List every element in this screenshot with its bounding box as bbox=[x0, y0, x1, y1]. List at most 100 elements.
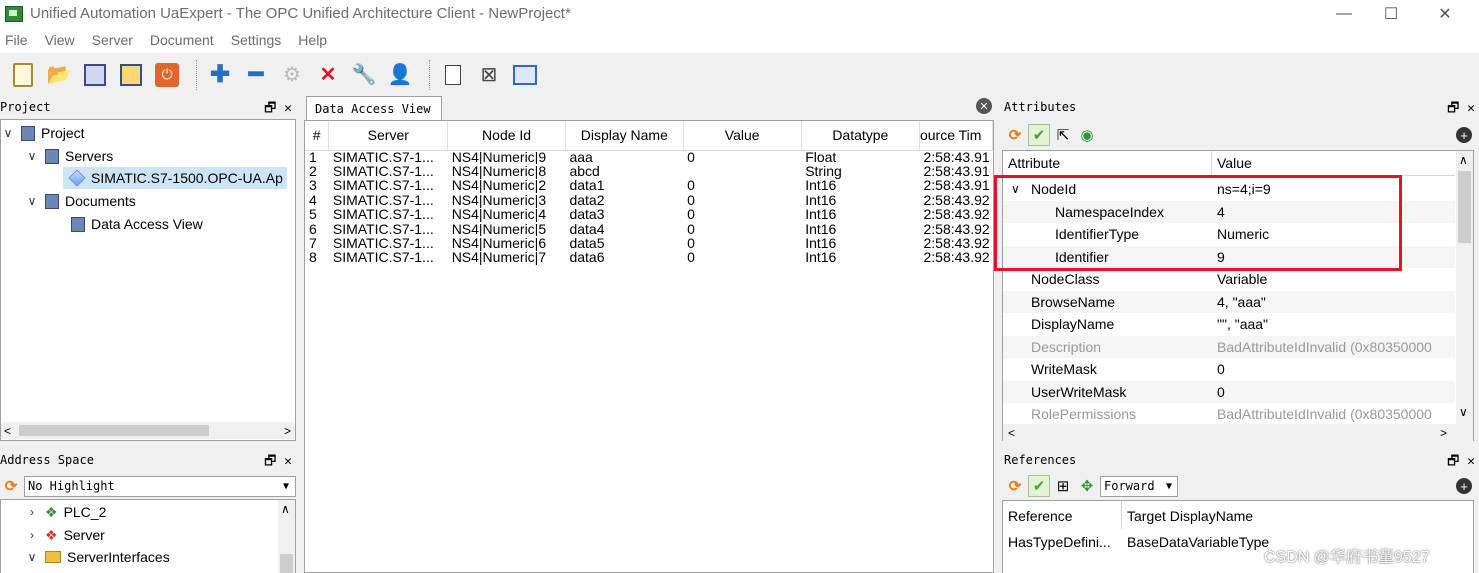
horizontal-scrollbar[interactable]: < > bbox=[1, 422, 295, 439]
tree-servers[interactable]: ∨ Servers bbox=[25, 145, 114, 167]
menu-file[interactable]: File bbox=[5, 32, 28, 48]
menu-document[interactable]: Document bbox=[150, 32, 214, 48]
table-row[interactable]: 8 SIMATIC.S7-1... NS4|Numeric|7 data6 0 Int16… bbox=[305, 251, 993, 265]
address-item[interactable]: › ❖ Server bbox=[25, 524, 105, 546]
attribute-row[interactable]: WriteMask 0 bbox=[1003, 358, 1455, 381]
chevron-down-icon[interactable]: ∨ bbox=[25, 550, 39, 564]
panel-float-close-icon[interactable]: 🗗 ✕ bbox=[1447, 99, 1475, 121]
close-button[interactable]: ✕ bbox=[1422, 0, 1468, 27]
scroll-right-icon[interactable]: > bbox=[1440, 426, 1447, 440]
attribute-row[interactable]: NodeClass Variable bbox=[1003, 268, 1455, 291]
new-project-button[interactable] bbox=[8, 60, 38, 90]
add-server-button[interactable]: ✚ bbox=[205, 60, 235, 90]
column-header[interactable]: Node Id bbox=[447, 121, 566, 151]
scroll-up-icon[interactable]: ∧ bbox=[281, 502, 290, 516]
column-header[interactable]: Target DisplayName bbox=[1127, 508, 1253, 524]
refresh-icon[interactable]: ⟳ bbox=[1004, 475, 1026, 497]
chevron-right-icon[interactable]: › bbox=[25, 505, 39, 519]
vertical-scrollbar[interactable]: ∧ bbox=[278, 500, 295, 573]
panel-float-close-icon[interactable]: 🗗 ✕ bbox=[264, 452, 292, 474]
cursor-icon[interactable]: ⇱ bbox=[1052, 124, 1074, 146]
dropdown-arrow-icon[interactable]: ▼ bbox=[283, 481, 289, 492]
chevron-down-icon[interactable]: ∨ bbox=[25, 194, 39, 208]
window-layout-button[interactable] bbox=[510, 60, 540, 90]
node-graph-icon[interactable]: ✥ bbox=[1076, 475, 1098, 497]
attribute-row[interactable]: Description BadAttributeIdInvalid (0x8035… bbox=[1003, 335, 1455, 358]
tree-doc-item[interactable]: Data Access View bbox=[65, 213, 203, 235]
edit-project-button[interactable] bbox=[116, 60, 146, 90]
scroll-right-icon[interactable]: > bbox=[284, 424, 291, 438]
attribute-row[interactable]: UserWriteMask 0 bbox=[1003, 380, 1455, 403]
chevron-right-icon[interactable]: › bbox=[25, 528, 39, 542]
table-row[interactable]: 7 SIMATIC.S7-1... NS4|Numeric|6 data5 0 Int16… bbox=[305, 236, 993, 250]
column-header[interactable]: Value bbox=[1217, 155, 1252, 171]
column-header[interactable]: Attribute bbox=[1008, 155, 1060, 171]
close-tab-icon[interactable]: ✕ bbox=[976, 98, 992, 114]
save-project-button[interactable] bbox=[80, 60, 110, 90]
hierarchy-icon[interactable]: ⊞ bbox=[1052, 475, 1074, 497]
refresh-icon[interactable]: ⟳ bbox=[0, 475, 22, 497]
tree-project[interactable]: ∨ Project bbox=[1, 122, 85, 144]
menu-view[interactable]: View bbox=[45, 32, 75, 48]
check-icon[interactable]: ✔ bbox=[1028, 124, 1050, 146]
dropdown-arrow-icon[interactable]: ▼ bbox=[1166, 481, 1172, 492]
target-cell[interactable]: BaseDataVariableType bbox=[1127, 534, 1269, 550]
column-header[interactable]: Display Name bbox=[565, 121, 684, 151]
attribute-row[interactable]: RolePermissions BadAttributeIdInvalid (0x… bbox=[1003, 403, 1455, 426]
scroll-left-icon[interactable]: < bbox=[4, 424, 11, 438]
column-header[interactable]: Reference bbox=[1008, 508, 1073, 524]
chevron-down-icon[interactable]: ∨ bbox=[25, 149, 39, 163]
tree-documents[interactable]: ∨ Documents bbox=[25, 190, 136, 212]
column-header[interactable]: Datatype bbox=[801, 121, 920, 151]
scroll-thumb[interactable] bbox=[1458, 171, 1471, 243]
table-row[interactable]: 3 SIMATIC.S7-1... NS4|Numeric|2 data1 0 Int16… bbox=[305, 179, 993, 193]
table-row[interactable]: 4 SIMATIC.S7-1... NS4|Numeric|3 data2 0 Int16… bbox=[305, 193, 993, 207]
power-button[interactable]: ⏻ bbox=[152, 60, 182, 90]
table-row[interactable]: 5 SIMATIC.S7-1... NS4|Numeric|4 data3 0 Int16… bbox=[305, 208, 993, 222]
address-item[interactable]: ∨ ServerInterfaces bbox=[25, 546, 170, 568]
vertical-scrollbar[interactable]: ∧ ∨ bbox=[1456, 151, 1473, 424]
open-project-button[interactable]: 📂 bbox=[44, 60, 74, 90]
tab-data-access-view[interactable]: Data Access View bbox=[306, 96, 442, 120]
tree-server-item[interactable]: SIMATIC.S7-1500.OPC-UA.Ap bbox=[63, 167, 287, 189]
chevron-down-icon[interactable]: ∨ bbox=[1, 126, 15, 140]
minimize-button[interactable]: — bbox=[1321, 0, 1367, 27]
table-row[interactable]: 1 SIMATIC.S7-1... NS4|Numeric|9 aaa 0 Float 2:… bbox=[305, 150, 993, 164]
remove-server-button[interactable]: ━ bbox=[241, 60, 271, 90]
scroll-thumb[interactable] bbox=[280, 554, 293, 573]
panel-float-close-icon[interactable]: 🗗 ✕ bbox=[1447, 452, 1475, 474]
disconnect-button[interactable]: ✕ bbox=[313, 60, 343, 90]
refresh-icon[interactable]: ⟳ bbox=[1004, 124, 1026, 146]
close-document-button[interactable]: ⊠ bbox=[474, 60, 504, 90]
scroll-up-icon[interactable]: ∧ bbox=[1459, 153, 1468, 167]
horizontal-scrollbar[interactable]: < > bbox=[1003, 424, 1473, 441]
reference-cell[interactable]: HasTypeDefini... bbox=[1008, 534, 1111, 550]
address-item[interactable]: › ❖ PLC_2 bbox=[25, 501, 106, 523]
add-icon[interactable]: + bbox=[1456, 478, 1472, 494]
menu-settings[interactable]: Settings bbox=[231, 32, 282, 48]
column-header[interactable]: Server bbox=[328, 121, 449, 151]
maximize-button[interactable]: ☐ bbox=[1368, 0, 1414, 27]
attribute-row[interactable]: DisplayName "", "aaa" bbox=[1003, 313, 1455, 336]
settings-button[interactable]: 🔧 bbox=[349, 60, 379, 90]
menu-server[interactable]: Server bbox=[92, 32, 133, 48]
monitor-icon[interactable]: ◉ bbox=[1076, 124, 1098, 146]
menu-help[interactable]: Help bbox=[298, 32, 327, 48]
attribute-row[interactable]: BrowseName 4, "aaa" bbox=[1003, 290, 1455, 313]
user-button[interactable]: 👤 bbox=[385, 60, 415, 90]
scroll-left-icon[interactable]: < bbox=[1008, 426, 1015, 440]
column-header[interactable]: ource Tim bbox=[919, 121, 993, 151]
check-icon[interactable]: ✔ bbox=[1028, 475, 1050, 497]
highlight-select[interactable]: No Highlight ▼ bbox=[24, 475, 296, 497]
panel-float-close-icon[interactable]: 🗗 ✕ bbox=[264, 99, 292, 121]
document-button[interactable] bbox=[438, 60, 468, 90]
table-row[interactable]: 6 SIMATIC.S7-1... NS4|Numeric|5 data4 0 Int16… bbox=[305, 222, 993, 236]
table-row[interactable]: 2 SIMATIC.S7-1... NS4|Numeric|8 abcd String 2… bbox=[305, 164, 993, 178]
add-icon[interactable]: + bbox=[1456, 127, 1472, 143]
connect-button[interactable]: ⚙ bbox=[277, 60, 307, 90]
column-header[interactable]: Value bbox=[683, 121, 802, 151]
direction-select[interactable]: Forward ▼ bbox=[1100, 475, 1178, 497]
column-header[interactable]: # bbox=[305, 121, 330, 151]
scroll-thumb[interactable] bbox=[19, 425, 209, 436]
scroll-down-icon[interactable]: ∨ bbox=[1459, 405, 1468, 419]
